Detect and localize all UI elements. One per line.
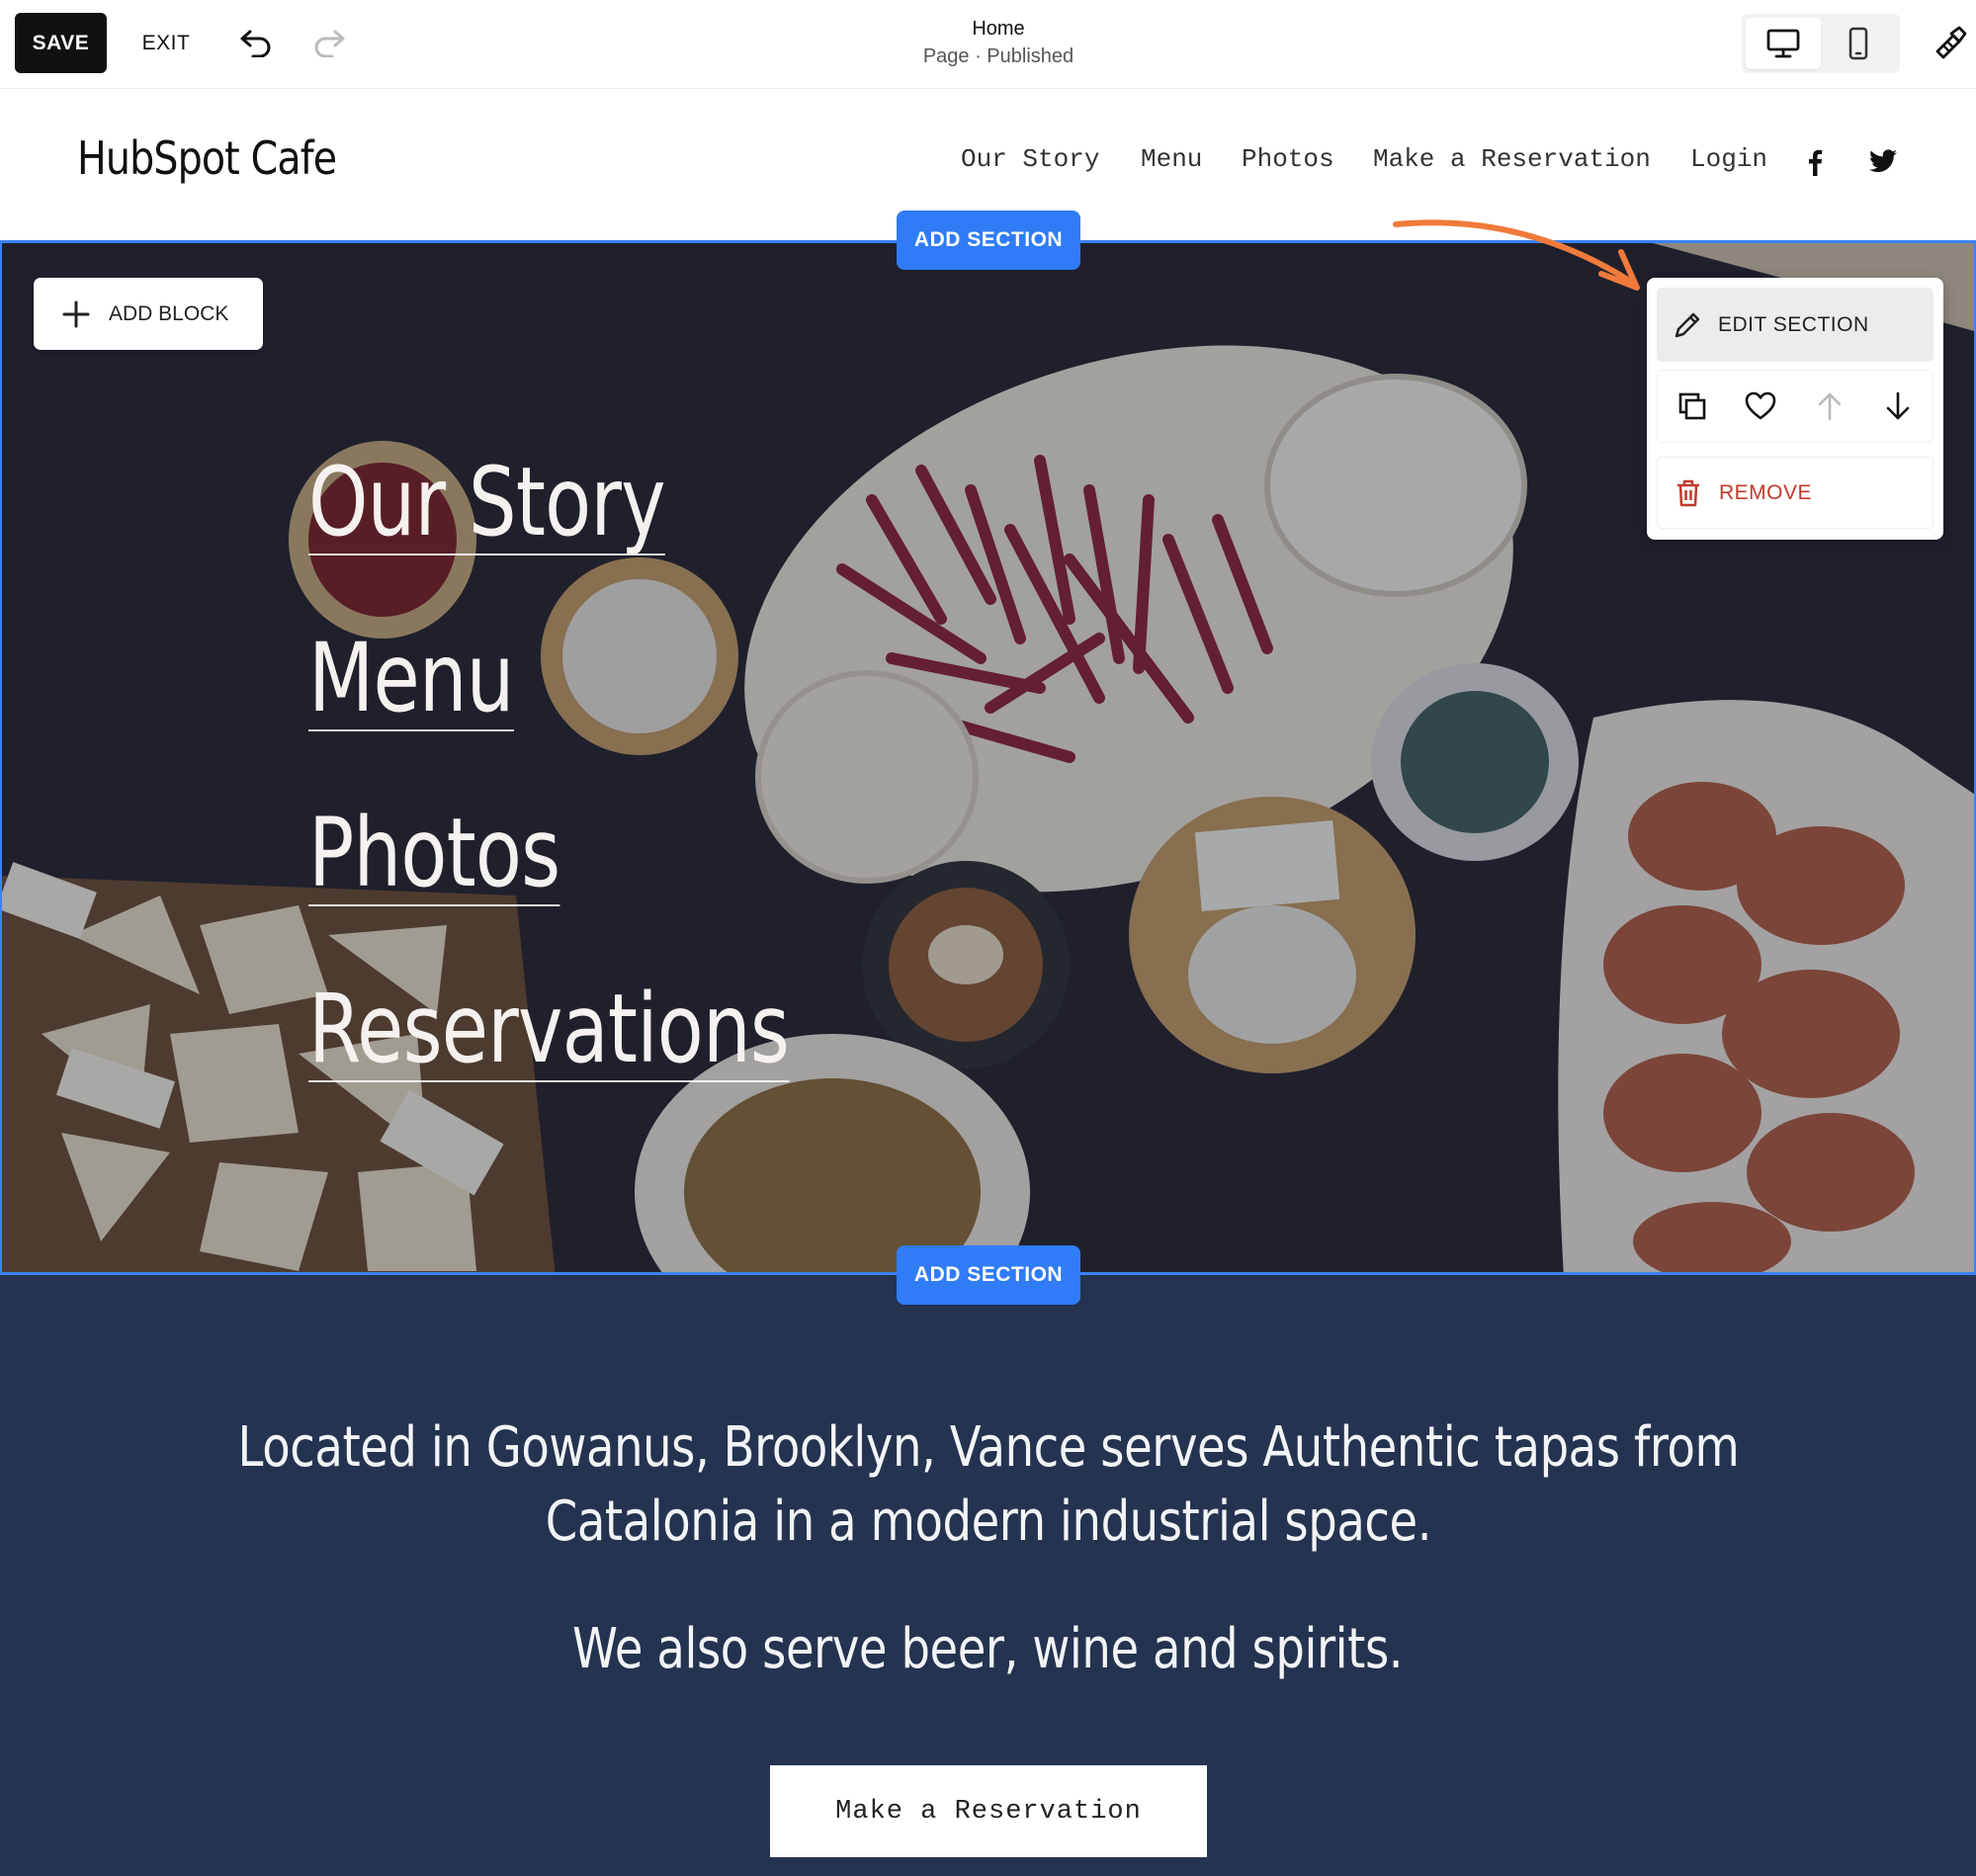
editor-toolbar: SAVE EXIT Home Page · Published [0, 0, 1976, 89]
page-info[interactable]: Home Page · Published [791, 15, 1206, 70]
make-reservation-button[interactable]: Make a Reservation [770, 1765, 1207, 1857]
add-block-button[interactable]: ADD BLOCK [34, 278, 263, 350]
page-status: Page · Published [922, 45, 1074, 67]
device-toggle [1742, 14, 1900, 73]
mobile-icon [1848, 27, 1868, 60]
annotation-arrow-icon [1393, 219, 1640, 291]
site-title[interactable]: HubSpot Cafe [77, 131, 337, 185]
nav-menu[interactable]: Menu [1141, 144, 1202, 174]
section-action-panel: EDIT SECTION REMOVE [1647, 278, 1943, 540]
duplicate-icon[interactable] [1671, 384, 1714, 428]
hero-link-our-story[interactable]: Our Story [308, 455, 666, 555]
hero-link-photos[interactable]: Photos [308, 806, 560, 906]
site-styles-icon[interactable] [1928, 22, 1971, 65]
undo-icon[interactable] [235, 22, 277, 63]
plus-icon [62, 300, 90, 327]
pencil-icon [1675, 312, 1700, 337]
arrow-up-icon[interactable] [1808, 384, 1851, 428]
desktop-icon [1766, 29, 1800, 58]
remove-section-label: REMOVE [1719, 480, 1813, 504]
twitter-icon[interactable] [1867, 146, 1899, 178]
info-text-line-2: Catalonia in a modern industrial space. [545, 1490, 1431, 1554]
info-text-line-3: We also serve beer, wine and spirits. [572, 1617, 1404, 1681]
save-button[interactable]: SAVE [15, 13, 107, 73]
hero-link-menu[interactable]: Menu [308, 631, 514, 731]
facebook-icon[interactable] [1799, 146, 1831, 178]
arrow-down-icon[interactable] [1876, 384, 1920, 428]
exit-button[interactable]: EXIT [127, 13, 206, 73]
mobile-view-button[interactable] [1821, 18, 1896, 69]
nav-login[interactable]: Login [1690, 144, 1767, 174]
hero-link-reservations[interactable]: Reservations [308, 981, 790, 1082]
desktop-view-button[interactable] [1746, 18, 1821, 69]
info-text-line-1: Located in Gowanus, Brooklyn, Vance serv… [237, 1415, 1739, 1480]
edit-section-button[interactable]: EDIT SECTION [1657, 288, 1933, 362]
nav-make-a-reservation[interactable]: Make a Reservation [1373, 144, 1651, 174]
section-actions-row [1657, 370, 1933, 443]
remove-section-button[interactable]: REMOVE [1657, 457, 1933, 529]
nav-photos[interactable]: Photos [1242, 144, 1334, 174]
redo-icon[interactable] [308, 22, 350, 63]
heart-icon[interactable] [1739, 384, 1782, 428]
add-block-label: ADD BLOCK [109, 301, 229, 325]
edit-section-label: EDIT SECTION [1718, 312, 1869, 336]
trash-icon [1677, 479, 1699, 506]
add-section-button-top[interactable]: ADD SECTION [897, 211, 1080, 270]
nav-our-story[interactable]: Our Story [961, 144, 1099, 174]
add-section-button-bottom[interactable]: ADD SECTION [897, 1245, 1080, 1305]
page-title: Home [972, 18, 1025, 40]
